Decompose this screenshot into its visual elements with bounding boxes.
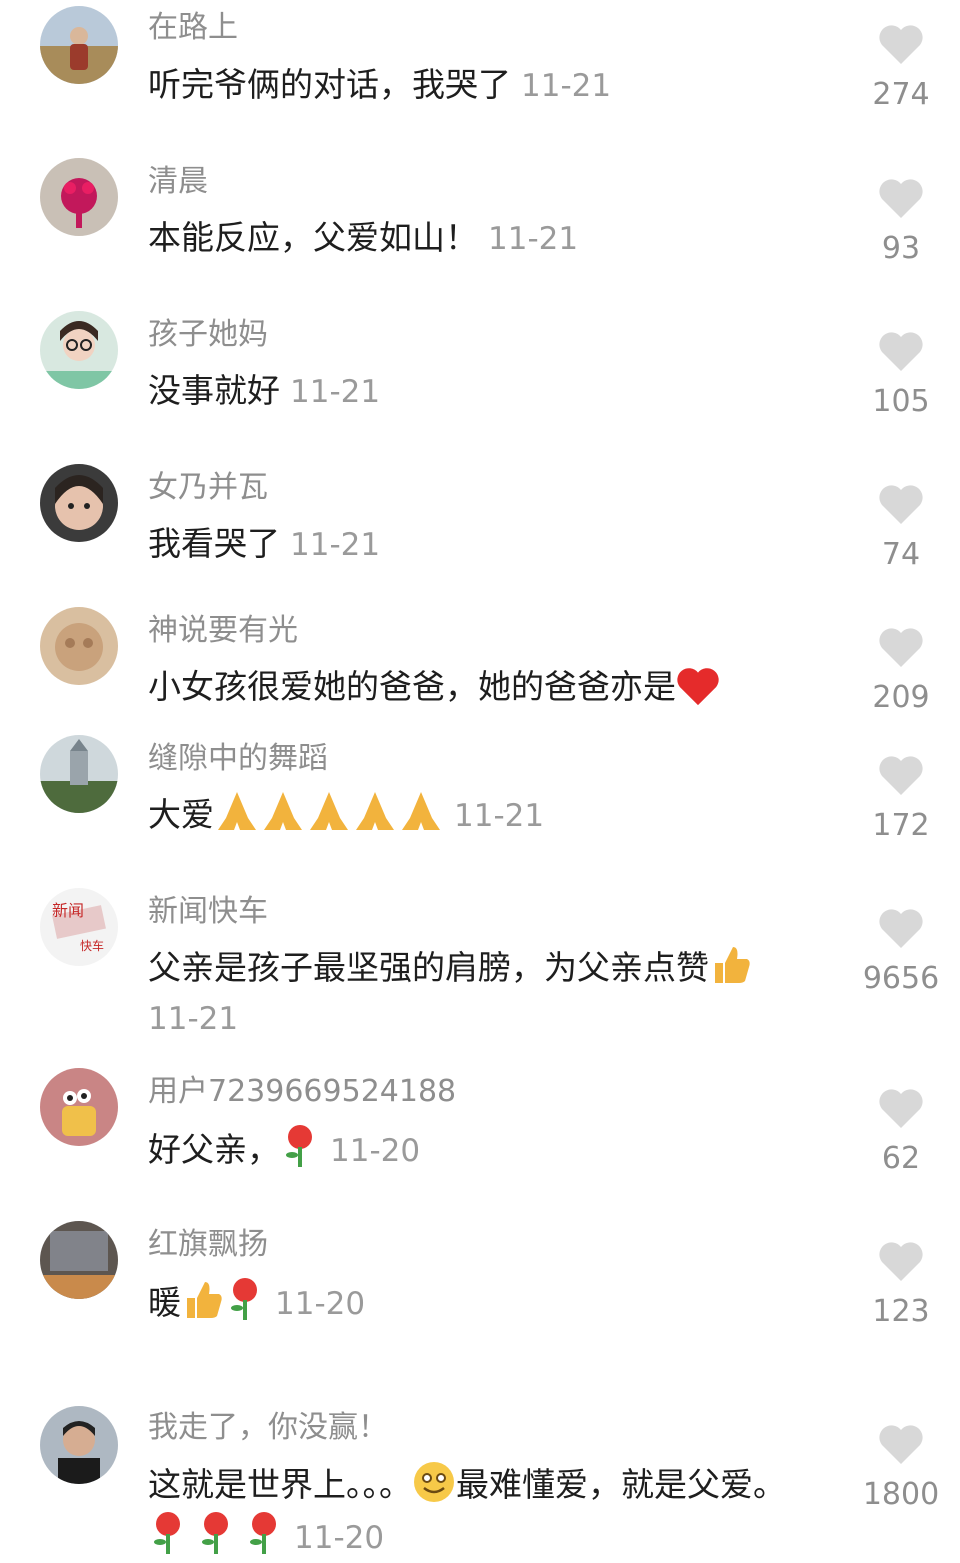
- svg-text:新闻: 新闻: [52, 901, 84, 920]
- username[interactable]: 我走了，你没赢！: [148, 1410, 388, 1446]
- username[interactable]: 用户7239669524188: [148, 1074, 456, 1110]
- thumbs-up-icon: [715, 947, 750, 983]
- like-count: 209: [872, 680, 930, 715]
- like-count: 9656: [862, 961, 940, 996]
- like-button[interactable]: 74: [858, 484, 944, 572]
- comment-text: 小女孩很爱她的爸爸，她的爸爸亦是: [148, 662, 838, 712]
- heart-icon: [879, 1425, 923, 1464]
- username[interactable]: 红旗飘扬: [148, 1227, 268, 1263]
- username[interactable]: 女乃并瓦: [148, 470, 268, 506]
- like-count: 123: [872, 1294, 930, 1329]
- username[interactable]: 孩子她妈: [148, 317, 268, 353]
- like-button[interactable]: 9656: [858, 908, 944, 996]
- username[interactable]: 在路上: [148, 10, 238, 46]
- folded-hands-icon: [402, 792, 440, 830]
- comment-body-continued: 最难懂爱，就是父爱。: [456, 1465, 786, 1504]
- rose-icon: [286, 1125, 312, 1167]
- folded-hands-icon: [218, 792, 256, 830]
- comment-date: 11-21: [290, 527, 381, 563]
- like-button[interactable]: 93: [858, 178, 944, 266]
- comment-body: 小女孩很爱她的爸爸，她的爸爸亦是: [148, 667, 676, 706]
- comment-body: 本能反应，父爱如山！: [148, 218, 478, 257]
- like-button[interactable]: 105: [858, 331, 944, 419]
- comment-body: 这就是世界上。。。: [148, 1465, 412, 1504]
- like-count: 93: [881, 231, 921, 266]
- like-count: 62: [881, 1141, 921, 1176]
- comment-date: 11-21: [488, 221, 579, 257]
- rose-icon: [250, 1512, 276, 1554]
- comment-text: 暖 11-20: [148, 1276, 838, 1329]
- like-button[interactable]: 1800: [858, 1424, 944, 1512]
- like-count: 74: [881, 537, 921, 572]
- comment-text: 听完爷俩的对话，我哭了 11-21: [148, 60, 838, 111]
- heart-icon: [879, 332, 923, 371]
- comment-body: 没事就好: [148, 371, 280, 410]
- comment-body: 暖: [148, 1283, 181, 1322]
- username[interactable]: 清晨: [148, 164, 208, 200]
- heart-icon: [879, 1242, 923, 1281]
- thumbs-up-icon: [187, 1282, 222, 1318]
- like-count: 172: [872, 808, 930, 843]
- comment-date: 11-21: [454, 798, 545, 834]
- heart-icon: [879, 628, 923, 667]
- smile-icon: [414, 1462, 454, 1502]
- comment-body: 大爱: [148, 795, 214, 834]
- svg-text:快车: 快车: [80, 938, 104, 953]
- rose-icon: [231, 1278, 257, 1320]
- comment-text: 我看哭了 11-21: [148, 519, 838, 570]
- comment-body: 听完爷俩的对话，我哭了: [148, 65, 511, 104]
- heart-icon: [879, 485, 923, 524]
- username[interactable]: 神说要有光: [148, 613, 298, 649]
- avatar[interactable]: [40, 464, 118, 542]
- folded-hands-icon: [356, 792, 394, 830]
- heart-icon: [879, 25, 923, 64]
- comment-text: 本能反应，父爱如山！ 11-21: [148, 213, 838, 264]
- folded-hands-icon: [310, 792, 348, 830]
- username[interactable]: 新闻快车: [148, 894, 268, 930]
- comment-date: 11-21: [290, 374, 381, 410]
- avatar[interactable]: [40, 1406, 118, 1484]
- avatar[interactable]: [40, 735, 118, 813]
- username[interactable]: 缝隙中的舞蹈: [148, 741, 328, 777]
- comment-text: 这就是世界上。。。 最难懂爱，就是父爱。 11-20: [148, 1460, 838, 1563]
- heart-icon: [879, 179, 923, 218]
- avatar[interactable]: [40, 6, 118, 84]
- avatar[interactable]: 新闻 快车: [40, 888, 118, 966]
- like-button[interactable]: 172: [858, 755, 944, 843]
- folded-hands-icon: [264, 792, 302, 830]
- rose-icon: [202, 1512, 228, 1554]
- comment-date: 11-20: [275, 1286, 366, 1322]
- heart-icon: [879, 756, 923, 795]
- like-button[interactable]: 62: [858, 1088, 944, 1176]
- avatar[interactable]: [40, 311, 118, 389]
- like-button[interactable]: 123: [858, 1241, 944, 1329]
- like-button[interactable]: 274: [858, 24, 944, 112]
- comment-text: 大爱 11-21: [148, 790, 838, 841]
- heart-icon: [879, 909, 923, 948]
- avatar[interactable]: [40, 158, 118, 236]
- comment-date: 11-21: [521, 68, 612, 104]
- comment-date: 11-21: [148, 1001, 239, 1037]
- comment-text: 没事就好 11-21: [148, 366, 838, 417]
- red-heart-icon: [677, 668, 719, 706]
- comment-text: 父亲是孩子最坚强的肩膀，为父亲点赞 11-21: [148, 943, 838, 1044]
- comment-text: 好父亲， 11-20: [148, 1123, 838, 1176]
- comment-body: 好父亲，: [148, 1130, 280, 1169]
- comment-body: 我看哭了: [148, 524, 280, 563]
- rose-icon: [154, 1512, 180, 1554]
- like-count: 105: [872, 384, 930, 419]
- avatar[interactable]: [40, 1068, 118, 1146]
- like-count: 274: [872, 77, 930, 112]
- comment-date: 11-20: [330, 1133, 421, 1169]
- comment-body: 父亲是孩子最坚强的肩膀，为父亲点赞: [148, 948, 709, 987]
- like-button[interactable]: 209: [858, 627, 944, 715]
- like-count: 1800: [862, 1477, 940, 1512]
- avatar[interactable]: [40, 607, 118, 685]
- heart-icon: [879, 1089, 923, 1128]
- avatar[interactable]: [40, 1221, 118, 1299]
